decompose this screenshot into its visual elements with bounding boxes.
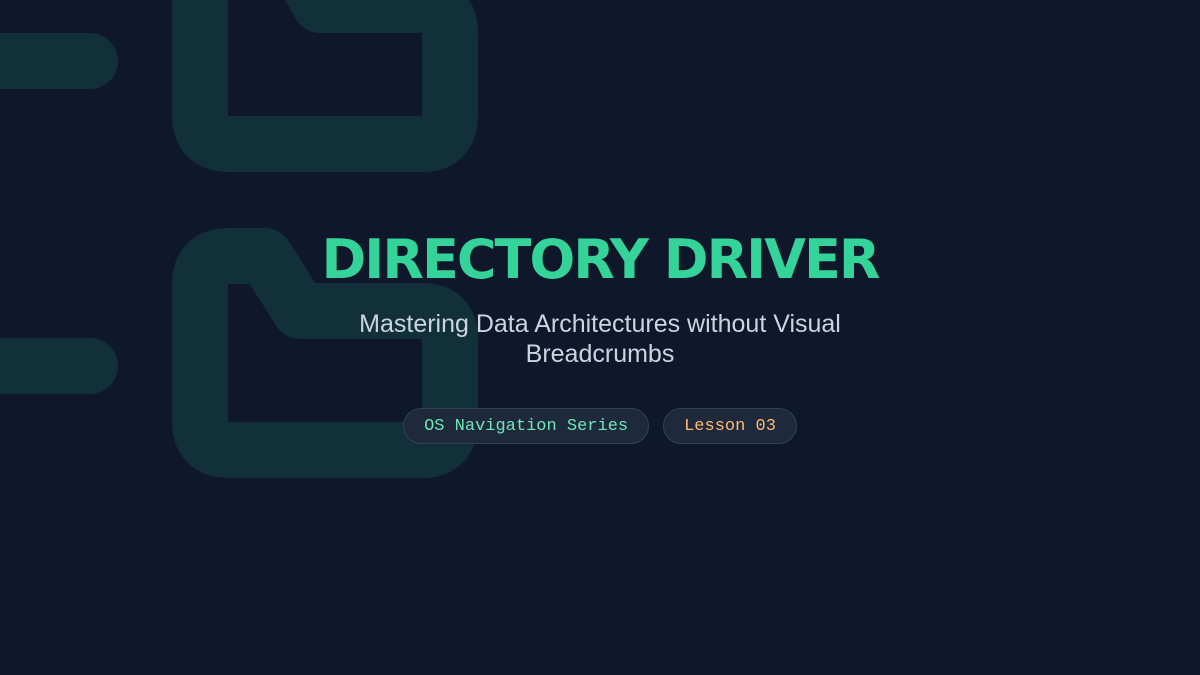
series-tag: OS Navigation Series bbox=[403, 408, 650, 444]
page-subtitle: Mastering Data Architectures without Vis… bbox=[359, 310, 841, 368]
lesson-tag: Lesson 03 bbox=[663, 408, 797, 444]
page-title: DIRECTORY DRIVER bbox=[321, 228, 880, 291]
tag-list: OS Navigation Series Lesson 03 bbox=[0, 408, 1200, 444]
hero-section: DIRECTORY DRIVER Mastering Data Architec… bbox=[0, 0, 1200, 675]
